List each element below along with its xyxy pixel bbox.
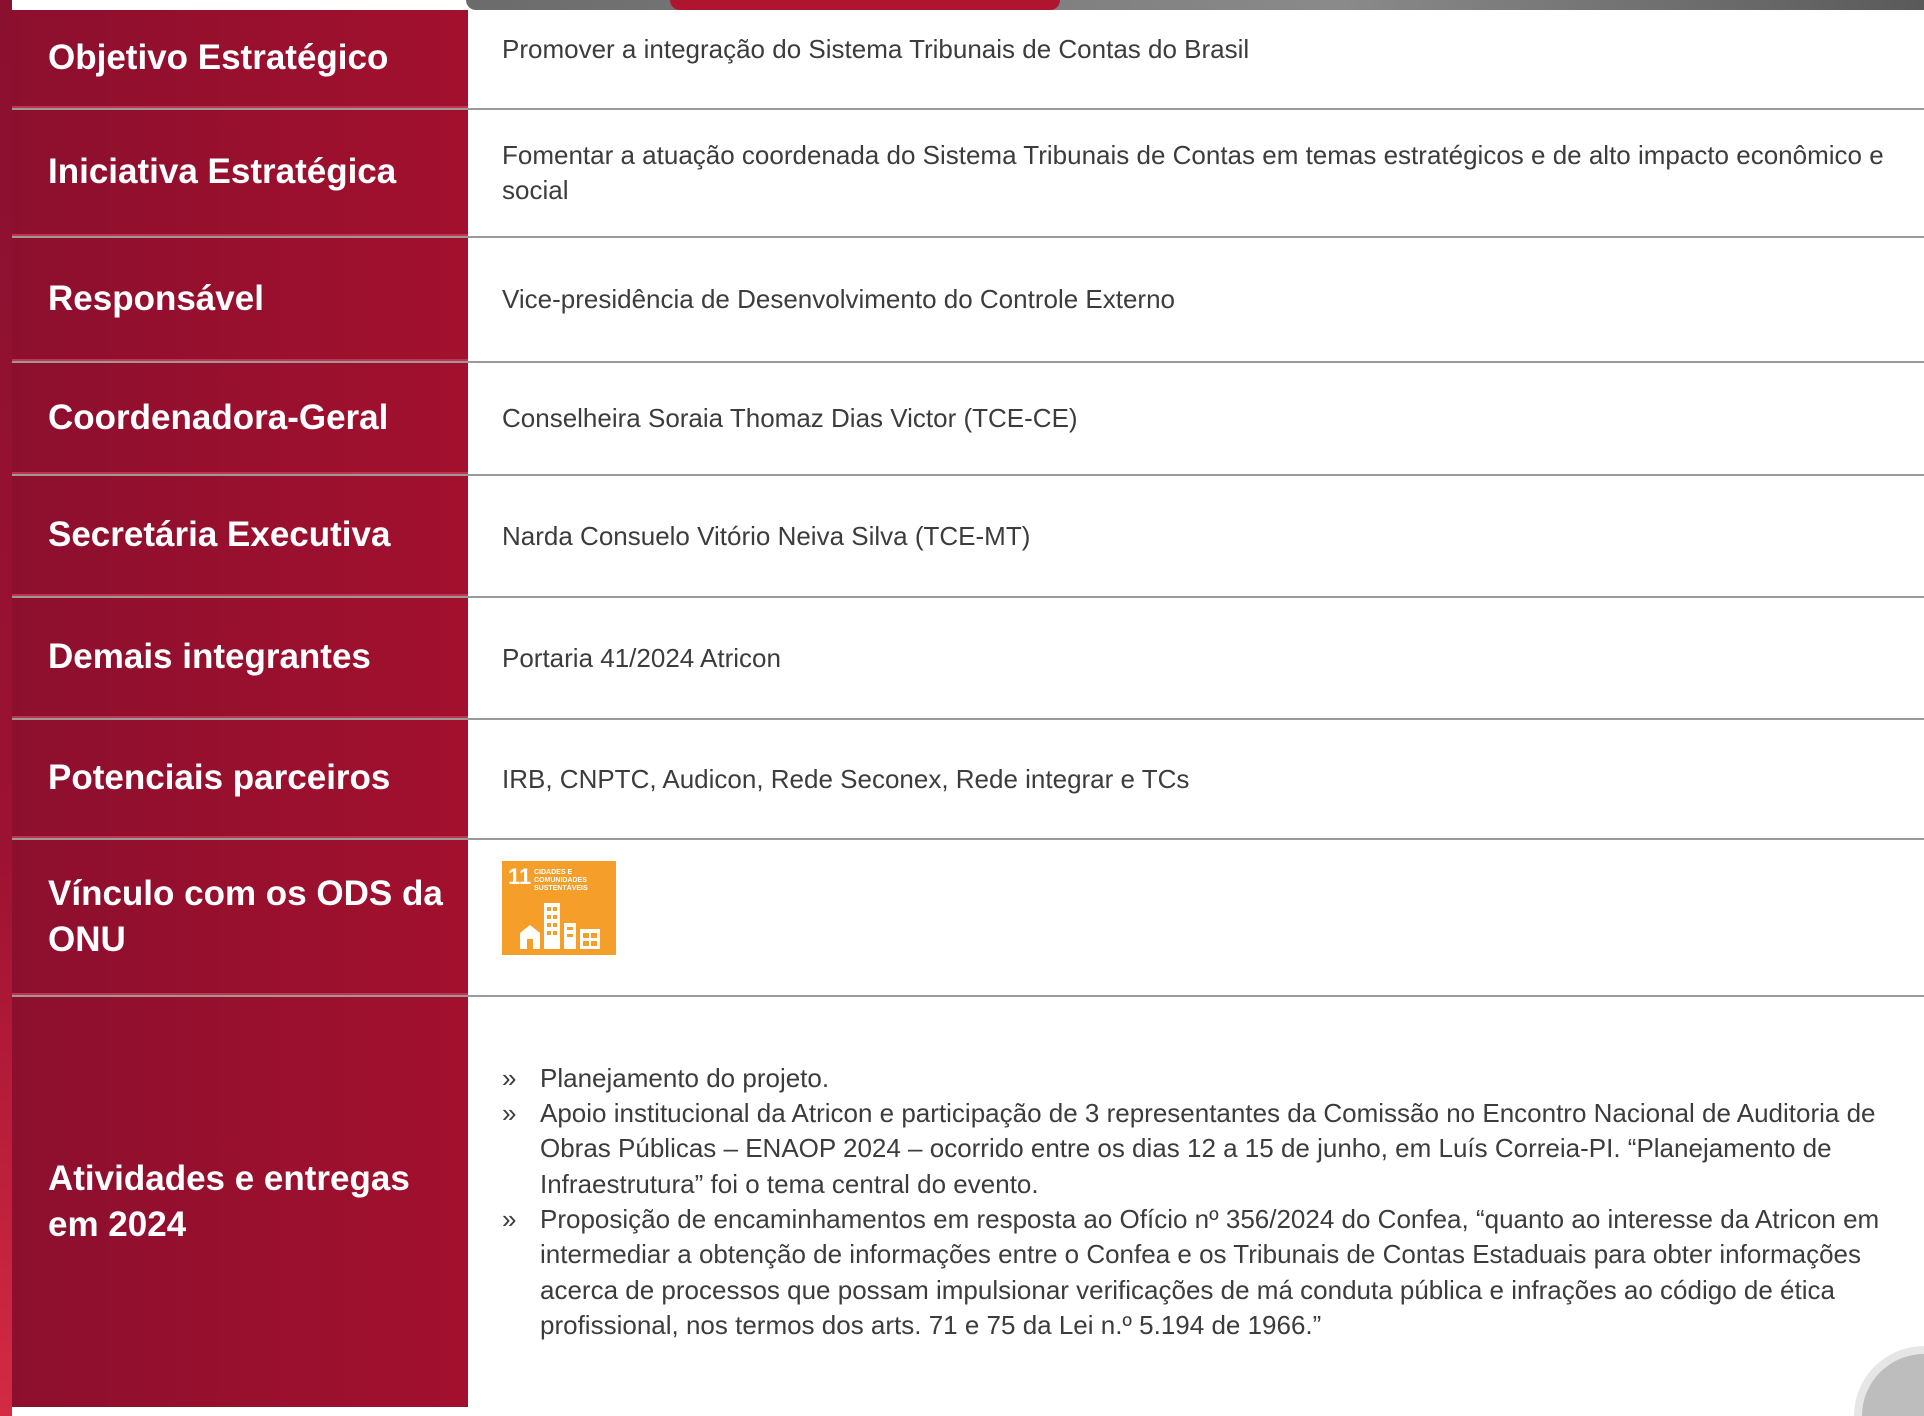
row-value: 11 CIDADES E COMUNIDADES SUSTENTÁVEIS — [468, 840, 1924, 995]
row-label: Potenciais parceiros — [12, 720, 468, 838]
list-item-text: Apoio institucional da Atricon e partici… — [540, 1098, 1876, 1199]
ods-title: CIDADES E COMUNIDADES SUSTENTÁVEIS — [534, 869, 588, 892]
table-row-secretaria: Secretária Executiva Narda Consuelo Vitó… — [12, 476, 1924, 598]
row-value: Fomentar a atuação coordenada do Sistema… — [502, 140, 1884, 205]
top-tab-accent — [670, 0, 1060, 10]
row-value: Promover a integração do Sistema Tribuna… — [502, 34, 1250, 64]
info-table: Objetivo Estratégico Promover a integraç… — [12, 10, 1924, 1407]
table-row-parceiros: Potenciais parceiros IRB, CNPTC, Audicon… — [12, 720, 1924, 840]
bullet-mark: » — [502, 1062, 517, 1093]
table-row-iniciativa: Iniciativa Estratégica Fomentar a atuaçã… — [12, 110, 1924, 238]
row-value: Conselheira Soraia Thomaz Dias Victor (T… — [502, 403, 1078, 433]
table-row-ods: Vínculo com os ODS da ONU 11 CIDADES E C… — [12, 840, 1924, 997]
table-row-responsavel: Responsável Vice-presidência de Desenvol… — [12, 238, 1924, 363]
city-buildings-icon — [520, 903, 600, 949]
row-value: IRB, CNPTC, Audicon, Rede Seconex, Rede … — [502, 763, 1190, 794]
row-value: Portaria 41/2024 Atricon — [502, 642, 781, 673]
list-item: » Proposição de encaminhamentos em respos… — [502, 1202, 1918, 1343]
table-row-coordenadora: Coordenadora-Geral Conselheira Soraia Th… — [12, 363, 1924, 476]
row-value: Narda Consuelo Vitório Neiva Silva (TCE-… — [502, 520, 1031, 551]
list-item-text: Proposição de encaminhamentos em respost… — [540, 1204, 1880, 1340]
activities-list: » Planejamento do projeto. » Apoio institu… — [502, 1061, 1918, 1343]
left-edge-strip — [0, 0, 12, 1416]
bullet-mark: » — [502, 1204, 517, 1234]
row-label: Iniciativa Estratégica — [12, 110, 468, 236]
row-label: Secretária Executiva — [12, 476, 468, 596]
ods-number: 11 — [508, 864, 532, 889]
table-row-integrantes: Demais integrantes Portaria 41/2024 Atri… — [12, 598, 1924, 720]
row-label: Objetivo Estratégico — [12, 10, 468, 108]
list-item-text: Planejamento do projeto. — [540, 1062, 830, 1093]
ods-badge: 11 CIDADES E COMUNIDADES SUSTENTÁVEIS — [502, 861, 616, 955]
list-item: » Apoio institucional da Atricon e partic… — [502, 1096, 1918, 1202]
list-item: » Planejamento do projeto. — [502, 1061, 1918, 1096]
row-label: Responsável — [12, 238, 468, 361]
row-label: Vínculo com os ODS da ONU — [12, 840, 468, 995]
row-label: Demais integrantes — [12, 598, 468, 718]
table-row-atividades: Atividades e entregas em 2024 » Planejame… — [12, 997, 1924, 1407]
row-value: » Planejamento do projeto. » Apoio institu… — [468, 997, 1924, 1407]
bullet-mark: » — [502, 1098, 517, 1129]
table-row-objetivo: Objetivo Estratégico Promover a integraç… — [12, 10, 1924, 110]
row-label: Coordenadora-Geral — [12, 363, 468, 474]
row-label: Atividades e entregas em 2024 — [12, 997, 468, 1407]
row-value: Vice-presidência de Desenvolvimento do C… — [502, 284, 1176, 314]
